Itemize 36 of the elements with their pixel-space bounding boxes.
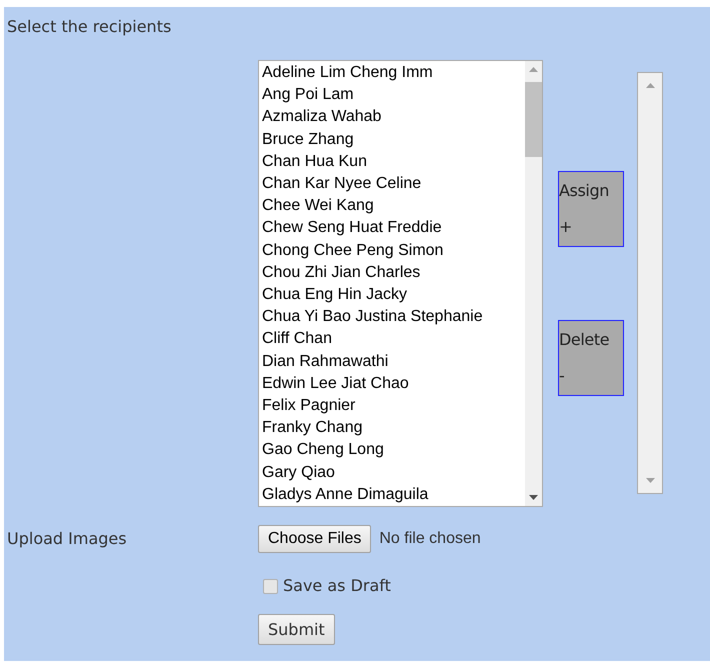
recipient-option[interactable]: Chee Wei Kang [262,195,374,218]
scrollbar[interactable] [525,61,542,506]
recipient-option[interactable]: Chua Eng Hin Jacky [262,284,407,306]
recipient-option[interactable]: Ang Poi Lam [262,84,354,106]
scroll-down-icon[interactable] [529,495,538,500]
recipient-option[interactable]: Bruce Zhang [262,128,354,151]
recipient-option[interactable]: Cliff Chan [262,328,332,351]
draft-checkbox[interactable] [263,578,278,594]
scroll-thumb[interactable] [525,82,542,157]
recipient-option[interactable]: Edwin Lee Jiat Chao [262,372,409,396]
recipient-option[interactable]: Chan Hua Kun [262,150,367,174]
recipient-option[interactable]: Gladys Anne Dimaguila [262,484,428,506]
recipient-option[interactable]: Franky Chang [262,417,362,440]
choose-files-button[interactable]: Choose Files [258,525,372,553]
recipient-option[interactable]: Gary Qiao [262,462,335,484]
recipient-option[interactable]: Chua Yi Bao Justina Stephanie [262,306,483,328]
file-status: No file chosen [379,529,481,549]
side-button[interactable]: Assign + [558,171,624,247]
recipient-option[interactable]: Chou Zhi Jian Charles [262,262,420,284]
recipient-option[interactable]: Felix Pagnier [262,395,356,418]
recipient-option[interactable]: Chong Chee Peng Simon [262,240,444,262]
recipients-label: Select the recipients [6,16,172,37]
recipient-option[interactable]: Dian Rahmawathi [262,350,388,373]
draft-label: Save as Draft [283,575,391,597]
assigned-listbox[interactable] [637,72,663,494]
recipient-option[interactable]: Adeline Lim Cheng Imm [262,62,433,84]
submit-button[interactable]: Submit [258,614,335,645]
side-button[interactable]: Delete - [558,320,624,396]
recipient-option[interactable]: Azmaliza Wahab [262,106,382,129]
recipient-option[interactable]: Gao Cheng Long [262,439,384,462]
recipient-option[interactable]: Chew Seng Huat Freddie [262,217,442,240]
upload-label: Upload Images [6,528,128,550]
scroll-up-icon[interactable] [646,83,654,88]
recipients-listbox[interactable] [258,60,543,507]
recipient-option[interactable]: Chan Kar Nyee Celine [262,173,422,196]
scroll-up-icon[interactable] [529,67,538,72]
